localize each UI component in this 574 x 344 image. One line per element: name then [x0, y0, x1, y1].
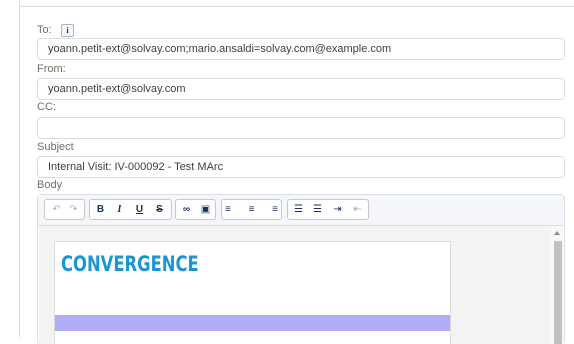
numbered-list-icon[interactable]: ☰ [310, 200, 325, 219]
subject-label: Subject [37, 141, 74, 153]
editor-content-area[interactable]: CONVERGENCE [39, 226, 551, 344]
editor-toolbar: ↶ ↷ B I U S ∞ ▣ ≡ ≡ ≡ ☰ ☰ ⇥ ⇤ [38, 195, 564, 226]
email-template-card: CONVERGENCE [54, 241, 451, 344]
insert-group: ∞ ▣ [175, 199, 216, 220]
link-icon[interactable]: ∞ [179, 200, 194, 219]
indent-icon[interactable]: ⇥ [330, 200, 345, 219]
bold-button[interactable]: B [93, 200, 108, 219]
cc-field[interactable] [37, 117, 565, 139]
header-band [55, 315, 450, 331]
rich-text-editor[interactable]: ↶ ↷ B I U S ∞ ▣ ≡ ≡ ≡ ☰ ☰ ⇥ ⇤ CONVERGENC… [37, 194, 565, 344]
editor-scrollbar[interactable] [551, 226, 564, 344]
to-label: To: [37, 24, 52, 36]
align-center-icon[interactable]: ≡ [244, 200, 259, 219]
list-group: ☰ ☰ ⇥ ⇤ [287, 199, 369, 220]
bullet-list-icon[interactable]: ☰ [291, 200, 306, 219]
undo-icon[interactable]: ↶ [49, 200, 64, 219]
body-label: Body [37, 179, 63, 191]
scrollbar-thumb[interactable] [554, 241, 562, 344]
format-group: B I U S [89, 199, 172, 220]
cc-label: CC: [37, 101, 56, 113]
convergence-logo: CONVERGENCE [61, 252, 199, 276]
image-icon[interactable]: ▣ [198, 200, 213, 219]
outdent-icon[interactable]: ⇤ [350, 200, 365, 219]
align-left-icon[interactable]: ≡ [225, 200, 240, 219]
scroll-up-icon[interactable] [554, 231, 560, 235]
top-divider [19, 6, 574, 7]
subject-field[interactable]: Internal Visit: IV-000092 - Test MArc [37, 156, 565, 178]
history-group: ↶ ↷ [44, 199, 85, 220]
align-group: ≡ ≡ ≡ [221, 199, 282, 220]
redo-icon[interactable]: ↷ [66, 200, 81, 219]
italic-button[interactable]: I [112, 200, 127, 219]
from-field[interactable]: yoann.petit-ext@solvay.com [37, 78, 565, 100]
from-label: From: [37, 63, 66, 75]
info-icon[interactable]: i [61, 24, 74, 37]
align-right-icon[interactable]: ≡ [263, 200, 278, 219]
strikethrough-button[interactable]: S [152, 200, 167, 219]
underline-button[interactable]: U [132, 200, 147, 219]
to-field[interactable]: yoann.petit-ext@solvay.com;mario.ansaldi… [37, 38, 565, 60]
